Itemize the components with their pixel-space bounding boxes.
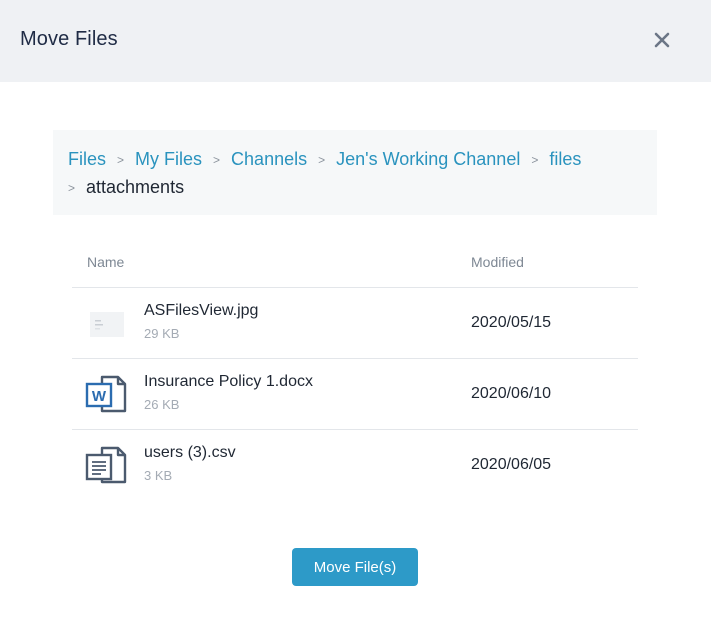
file-size: 3 KB xyxy=(144,468,173,483)
close-icon xyxy=(654,32,670,48)
breadcrumb-item-my-files[interactable]: My Files xyxy=(135,149,202,169)
csv-file-icon xyxy=(85,446,127,484)
breadcrumb-item-files-folder[interactable]: files xyxy=(549,149,581,169)
breadcrumb-separator: > xyxy=(68,181,76,195)
file-modified: 2020/06/05 xyxy=(471,456,552,473)
breadcrumb-item-channels[interactable]: Channels xyxy=(231,149,307,169)
table-row[interactable]: users (3).csv 3 KB 2020/06/05 xyxy=(72,430,638,501)
breadcrumb-separator: > xyxy=(213,153,221,167)
word-document-icon: W xyxy=(85,375,127,413)
file-name: ASFilesView.jpg xyxy=(144,302,259,319)
file-size: 29 KB xyxy=(144,326,180,341)
file-name: users (3).csv xyxy=(144,444,236,461)
breadcrumb-current: attachments xyxy=(86,177,185,197)
dialog-header: Move Files xyxy=(0,0,711,82)
close-button[interactable] xyxy=(648,26,676,54)
svg-text:W: W xyxy=(92,388,107,405)
breadcrumb-separator: > xyxy=(318,153,326,167)
table-row[interactable]: ASFilesView.jpg 29 KB 2020/05/15 xyxy=(72,288,638,359)
breadcrumb: Files > My Files > Channels > Jen's Working Ch… xyxy=(53,130,657,215)
breadcrumb-separator: > xyxy=(531,153,539,167)
column-header-modified[interactable]: Modified xyxy=(471,254,524,270)
file-name: Insurance Policy 1.docx xyxy=(144,373,313,390)
move-files-button[interactable]: Move File(s) xyxy=(292,548,418,586)
dialog-title: Move Files xyxy=(20,28,118,50)
breadcrumb-item-files[interactable]: Files xyxy=(68,149,106,169)
file-modified: 2020/05/15 xyxy=(471,314,552,331)
file-table: Name Modified ASFilesView.jpg 29 KB 2020… xyxy=(72,240,638,501)
breadcrumb-item-channel[interactable]: Jen's Working Channel xyxy=(336,149,520,169)
image-thumbnail-icon xyxy=(90,312,124,337)
table-row[interactable]: W Insurance Policy 1.docx 26 KB 2020/06/… xyxy=(72,359,638,430)
file-size: 26 KB xyxy=(144,397,180,412)
breadcrumb-separator: > xyxy=(117,153,125,167)
table-header: Name Modified xyxy=(72,240,638,288)
column-header-name[interactable]: Name xyxy=(87,254,124,270)
file-modified: 2020/06/10 xyxy=(471,385,552,402)
